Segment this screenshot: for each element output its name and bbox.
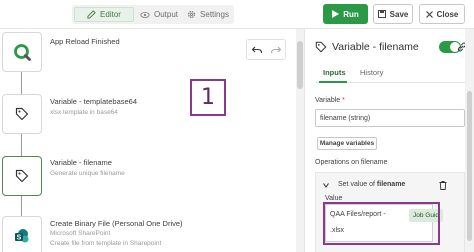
save-button[interactable]: Save [373, 4, 413, 24]
panel-title: Variable - filename [332, 41, 419, 53]
value-label: Value [325, 195, 343, 202]
tag-icon [315, 41, 327, 53]
manage-variables-label: Manage variables [319, 140, 375, 147]
redo-icon[interactable] [270, 46, 281, 54]
tab-settings[interactable]: Settings [184, 7, 232, 22]
block-subtitle-2: Create file from template in Sharepoint [50, 240, 162, 247]
block-create-binary-file[interactable]: S [2, 216, 42, 252]
chevron-down-icon[interactable] [323, 183, 329, 188]
close-icon [425, 10, 433, 18]
canvas-scrollbar-thumb[interactable] [297, 41, 303, 89]
operations-label: Operations on filename [315, 159, 388, 166]
block-title: App Reload Finished [50, 37, 120, 46]
block-title: Variable - filename [50, 158, 112, 167]
tab-settings-label: Settings [200, 10, 229, 19]
variable-select[interactable]: filename (string) [315, 109, 465, 127]
tag-icon [15, 107, 29, 121]
block-subtitle: Microsoft SharePoint [50, 230, 111, 237]
variable-label-text: Variable [315, 97, 341, 104]
variable-select-value: filename (string) [320, 114, 371, 122]
properties-panel: Variable - filename Inputs History Varia… [304, 29, 474, 252]
pencil-icon [87, 10, 96, 19]
undo-redo-controls [246, 39, 286, 60]
block-title: Create Binary File (Personal One Drive) [50, 219, 183, 228]
tag-icon [15, 169, 29, 183]
block-title: Variable - templatebase64 [50, 97, 137, 106]
annotation-number: 1 [201, 85, 215, 110]
close-button[interactable]: Close [419, 4, 465, 24]
close-button-label: Close [436, 9, 459, 19]
active-tab-underline [319, 81, 347, 83]
tab-history[interactable]: History [360, 68, 383, 77]
annotation-box-1: 1 [190, 79, 226, 116]
tab-editor-label: Editor [100, 10, 121, 19]
automation-canvas[interactable]: App Reload Finished Variable - templateb… [0, 29, 296, 252]
svg-text:S: S [17, 235, 22, 242]
annotation-box-2 [323, 202, 440, 245]
tab-editor[interactable]: Editor [74, 7, 134, 22]
tab-inputs[interactable]: Inputs [323, 68, 346, 77]
tab-output-label: Output [153, 10, 178, 19]
panel-tabs: Inputs History [315, 67, 465, 83]
block-variable-templatebase64[interactable] [2, 94, 42, 134]
variable-label: Variable * [315, 97, 345, 104]
operation-title: Set value of filename [338, 181, 405, 188]
block-app-reload[interactable] [2, 32, 42, 72]
block-subtitle: xlsx template in base64 [50, 109, 118, 116]
panel-scrollbar-thumb[interactable] [467, 91, 472, 241]
tab-output[interactable]: Output [136, 7, 182, 22]
top-toolbar: Editor Output Settings Run Save Close [0, 0, 474, 29]
sharepoint-icon: S [15, 229, 29, 243]
block-variable-filename[interactable] [2, 156, 42, 196]
eye-icon [140, 11, 150, 18]
run-button-label: Run [343, 9, 359, 19]
view-switcher: Editor Output Settings [72, 5, 234, 24]
run-button[interactable]: Run [323, 4, 368, 24]
set-value-target: filename [376, 181, 406, 188]
required-marker: * [342, 97, 345, 104]
save-icon [377, 10, 386, 18]
trash-icon[interactable] [439, 181, 447, 190]
block-subtitle: Generate unique filename [50, 170, 125, 177]
save-button-label: Save [389, 9, 409, 19]
undo-icon[interactable] [251, 46, 262, 54]
play-icon [332, 10, 340, 18]
panel-scrollbar[interactable] [465, 29, 474, 252]
set-value-prefix: Set value of [338, 181, 375, 188]
gear-icon [188, 10, 196, 19]
canvas-scrollbar[interactable] [296, 29, 304, 252]
qlik-logo-icon [14, 44, 31, 61]
manage-variables-button[interactable]: Manage variables [317, 137, 377, 150]
